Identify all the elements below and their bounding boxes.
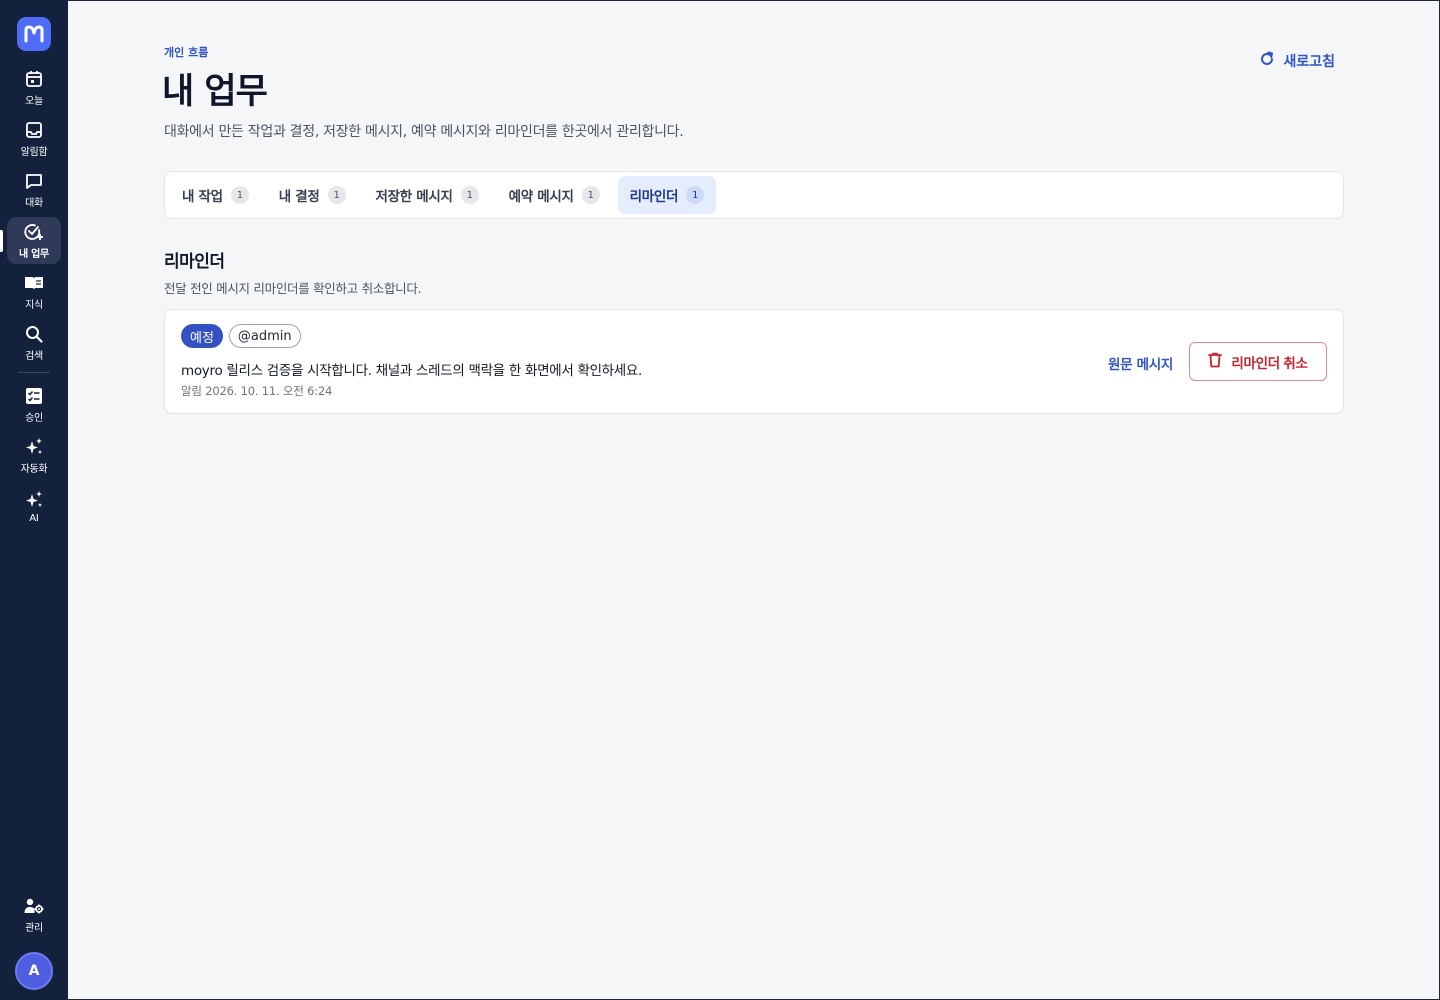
reminder-time: 알림 2026. 10. 11. 오전 6:24 — [181, 384, 333, 398]
sidebar: 오늘 알림함 대화 내 업무 지식 검색 승인 자동화 AI 관리 A — [0, 0, 68, 1000]
sidebar-item-label: AI — [29, 512, 39, 524]
tab-reminders[interactable]: 리마인더 1 — [617, 176, 717, 214]
tab-count-badge: 1 — [230, 186, 249, 204]
sidebar-item-chat[interactable]: 대화 — [7, 166, 61, 213]
page-description: 대화에서 만든 작업과 결정, 저장한 메시지, 예약 메시지와 리마인더를 한… — [164, 124, 684, 140]
section-description: 전달 전인 메시지 리마인더를 확인하고 취소합니다. — [164, 281, 422, 296]
tab-count-badge: 1 — [460, 186, 479, 204]
reminder-badges: 예정 @admin — [181, 324, 301, 348]
reminder-message: moyro 릴리스 검증을 시작합니다. 채널과 스레드의 맥락을 한 화면에서… — [181, 363, 643, 379]
source-message-link[interactable]: 원문 메시지 — [1108, 353, 1173, 373]
sparkle-icon — [24, 437, 44, 457]
cancel-reminder-label: 리마인더 취소 — [1231, 355, 1308, 371]
tab-label: 예약 메시지 — [508, 189, 574, 205]
tab-saved-messages[interactable]: 저장한 메시지 1 — [364, 176, 491, 214]
ai-sparkle-icon — [24, 490, 44, 510]
sidebar-item-label: 검색 — [25, 350, 43, 362]
sidebar-item-label: 자동화 — [20, 463, 48, 475]
tab-count-badge: 1 — [327, 186, 346, 204]
user-badge: @admin — [228, 324, 301, 348]
book-icon — [24, 273, 44, 293]
sidebar-item-inbox[interactable]: 알림함 — [7, 115, 61, 162]
sidebar-item-label: 알림함 — [20, 146, 48, 158]
sidebar-item-knowledge[interactable]: 지식 — [7, 268, 61, 315]
moyro-logo-icon[interactable] — [17, 17, 51, 51]
refresh-icon — [1259, 51, 1275, 71]
sidebar-item-label: 관리 — [25, 922, 43, 934]
main-content: 개인 흐름 내 업무 대화에서 만든 작업과 결정, 저장한 메시지, 예약 메… — [68, 0, 1440, 1000]
tab-label: 리마인더 — [629, 189, 679, 205]
approval-icon — [24, 386, 44, 406]
sidebar-item-approval[interactable]: 승인 — [7, 381, 61, 428]
task-tabs: 내 작업 1 내 결정 1 저장한 메시지 1 예약 메시지 1 리마인더 1 — [164, 171, 1344, 219]
sidebar-item-label: 내 업무 — [19, 248, 49, 260]
tab-label: 내 작업 — [182, 189, 223, 205]
tab-count-badge: 1 — [581, 186, 600, 204]
page-eyebrow: 개인 흐름 — [164, 46, 209, 59]
tab-label: 내 결정 — [278, 189, 320, 205]
sidebar-item-search[interactable]: 검색 — [7, 319, 61, 366]
sidebar-item-label: 지식 — [25, 299, 43, 311]
sidebar-item-automation[interactable]: 자동화 — [7, 432, 61, 479]
sidebar-item-my-tasks[interactable]: 내 업무 — [0, 217, 61, 264]
trash-icon — [1208, 352, 1223, 371]
task-check-icon — [24, 222, 44, 242]
refresh-label: 새로고침 — [1283, 54, 1335, 70]
sidebar-item-label: 승인 — [25, 412, 43, 424]
status-badge: 예정 — [181, 324, 223, 348]
section-title: 리마인더 — [164, 252, 225, 272]
cancel-reminder-button[interactable]: 리마인더 취소 — [1189, 342, 1327, 381]
tab-my-decisions[interactable]: 내 결정 1 — [267, 176, 358, 214]
search-icon — [24, 324, 44, 344]
tab-count-badge: 1 — [686, 186, 705, 204]
tab-label: 저장한 메시지 — [375, 189, 453, 205]
chat-icon — [24, 171, 44, 191]
avatar[interactable]: A — [15, 952, 53, 990]
calendar-icon — [24, 69, 44, 89]
sidebar-item-ai[interactable]: AI — [7, 483, 61, 530]
sidebar-item-label: 오늘 — [25, 95, 43, 107]
tab-my-tasks[interactable]: 내 작업 1 — [170, 176, 261, 214]
sidebar-item-today[interactable]: 오늘 — [7, 64, 61, 111]
sidebar-bottom: 관리 A — [0, 891, 68, 990]
sidebar-item-admin[interactable]: 관리 — [7, 891, 61, 938]
page-title: 내 업무 — [162, 72, 268, 112]
reminder-card: 예정 @admin moyro 릴리스 검증을 시작합니다. 채널과 스레드의 … — [164, 309, 1344, 414]
sidebar-item-label: 대화 — [25, 197, 43, 209]
sidebar-divider — [18, 372, 50, 373]
refresh-button[interactable]: 새로고침 — [1259, 51, 1335, 71]
tab-scheduled-messages[interactable]: 예약 메시지 1 — [497, 176, 612, 214]
inbox-icon — [24, 120, 44, 140]
admin-gear-icon — [24, 896, 44, 916]
